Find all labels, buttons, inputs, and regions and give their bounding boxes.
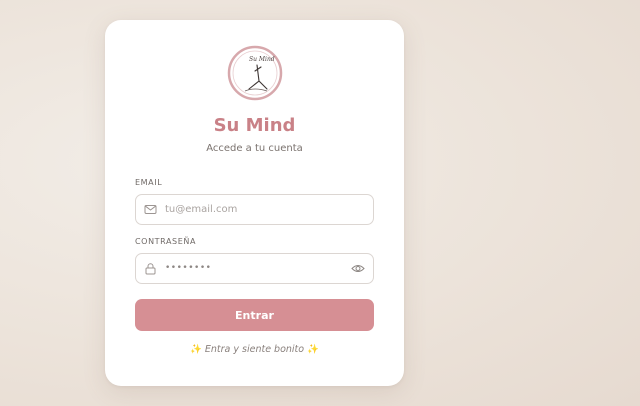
lock-icon — [145, 263, 156, 275]
app-title: Su Mind — [213, 115, 296, 136]
email-input[interactable] — [165, 195, 345, 224]
submit-button[interactable]: Entrar — [135, 299, 374, 331]
footer-text: Entra y siente bonito — [204, 344, 305, 355]
email-field[interactable] — [135, 194, 374, 225]
password-field[interactable]: •••••••• — [135, 253, 374, 284]
login-card: Su Mind Su Mind Accede a tu cuenta EMAIL… — [105, 20, 404, 386]
login-subtitle: Accede a tu cuenta — [206, 143, 303, 154]
sparkles-icon: ✨ — [190, 344, 202, 355]
mail-icon — [144, 205, 157, 214]
eye-icon[interactable] — [351, 262, 365, 275]
password-input[interactable]: •••••••• — [165, 263, 211, 273]
email-label: EMAIL — [135, 178, 163, 187]
password-label: CONTRASEÑA — [135, 237, 197, 246]
footer-tagline: ✨ Entra y siente bonito ✨ — [105, 344, 404, 355]
svg-text:Su Mind: Su Mind — [249, 56, 275, 63]
sparkles-icon: ✨ — [307, 344, 319, 355]
su-mind-logo: Su Mind — [227, 45, 283, 101]
